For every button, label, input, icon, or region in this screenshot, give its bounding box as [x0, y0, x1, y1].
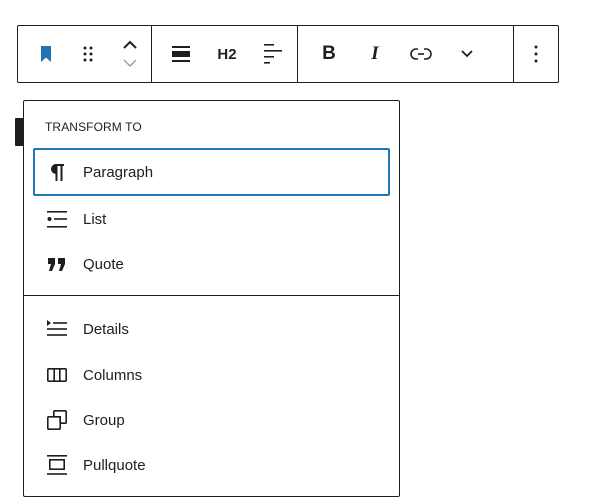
menu-item-group[interactable]: Group	[33, 396, 390, 444]
menu-item-label: Paragraph	[83, 163, 154, 181]
heading-tools-group: H2	[151, 26, 297, 82]
menu-item-paragraph[interactable]: Paragraph	[33, 148, 390, 196]
align-wide-icon	[172, 46, 190, 62]
chevron-down-icon	[461, 50, 473, 58]
menu-item-columns[interactable]: Columns	[33, 351, 390, 399]
link-button[interactable]	[398, 26, 444, 82]
pullquote-icon	[45, 453, 69, 477]
align-left-icon	[264, 44, 282, 64]
move-up-down-buttons[interactable]	[109, 26, 151, 82]
drag-handle-icon	[83, 46, 93, 62]
link-icon	[410, 48, 432, 60]
columns-icon	[45, 363, 69, 387]
transform-menu: TRANSFORM TO Paragraph List Quote Detail…	[23, 100, 400, 497]
menu-item-quote[interactable]: Quote	[33, 240, 390, 288]
bold-label: B	[322, 43, 336, 64]
menu-item-label: List	[83, 210, 107, 228]
options-button[interactable]	[514, 26, 558, 82]
group-icon	[45, 408, 69, 432]
formatting-tools-group: B I	[296, 26, 513, 82]
italic-label: I	[371, 43, 379, 64]
block-type-button[interactable]	[25, 26, 67, 82]
heading-level-label: H2	[217, 45, 237, 63]
italic-button[interactable]: I	[352, 26, 398, 82]
menu-item-label: Details	[83, 320, 129, 338]
menu-item-label: Pullquote	[83, 456, 146, 474]
chevron-up-down-icon	[123, 40, 137, 68]
menu-title: TRANSFORM TO	[45, 120, 142, 134]
text-align-button[interactable]	[250, 26, 296, 82]
drag-handle[interactable]	[67, 26, 109, 82]
heading-level-button[interactable]: H2	[204, 26, 250, 82]
bold-button[interactable]: B	[306, 26, 352, 82]
more-rich-text-button[interactable]	[444, 26, 490, 82]
paragraph-icon	[45, 160, 69, 184]
menu-item-label: Group	[83, 411, 125, 429]
bookmark-icon	[41, 46, 51, 62]
menu-item-label: Columns	[83, 366, 143, 384]
details-icon	[45, 317, 69, 341]
menu-item-label: Quote	[83, 255, 124, 273]
options-group	[513, 26, 558, 82]
block-tools-group	[18, 26, 151, 82]
list-icon	[45, 207, 69, 231]
menu-item-list[interactable]: List	[33, 195, 390, 243]
more-vertical-icon	[534, 45, 538, 63]
menu-item-details[interactable]: Details	[33, 305, 390, 353]
menu-divider	[24, 295, 399, 296]
menu-item-pullquote[interactable]: Pullquote	[33, 441, 390, 489]
quote-icon	[45, 252, 69, 276]
block-alignment-button[interactable]	[158, 26, 204, 82]
block-toolbar: H2 B I	[17, 25, 559, 83]
